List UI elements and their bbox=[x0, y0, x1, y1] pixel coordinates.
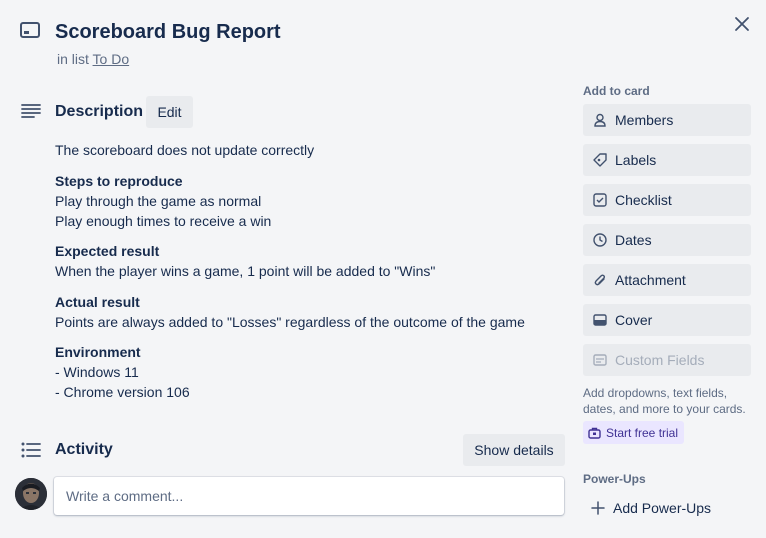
actual-heading: Actual result bbox=[55, 294, 140, 310]
cover-button[interactable]: Cover bbox=[583, 304, 751, 336]
custom-fields-button[interactable]: Custom Fields bbox=[583, 344, 751, 376]
start-free-trial-label: Start free trial bbox=[606, 425, 679, 440]
attachment-button[interactable]: Attachment bbox=[583, 264, 751, 296]
card-icon bbox=[20, 22, 40, 40]
checklist-label: Checklist bbox=[615, 192, 672, 208]
custom-fields-icon bbox=[593, 353, 607, 367]
environment-item: - Chrome version 106 bbox=[55, 384, 190, 400]
members-label: Members bbox=[615, 112, 674, 128]
environment-heading: Environment bbox=[55, 344, 141, 360]
add-powerups-button[interactable]: Add Power-Ups bbox=[583, 492, 751, 524]
paperclip-icon bbox=[593, 273, 607, 287]
plus-icon bbox=[591, 501, 605, 515]
dates-label: Dates bbox=[615, 232, 652, 248]
cover-label: Cover bbox=[615, 312, 653, 328]
avatar[interactable] bbox=[15, 478, 47, 510]
in-list-prefix: in list bbox=[57, 51, 89, 67]
expected-text: When the player wins a game, 1 point wil… bbox=[55, 263, 436, 279]
labels-button[interactable]: Labels bbox=[583, 144, 751, 176]
activity-heading: Activity bbox=[55, 441, 113, 458]
attachment-label: Attachment bbox=[615, 272, 686, 288]
card-cover-icon bbox=[593, 313, 607, 327]
list-link[interactable]: To Do bbox=[93, 51, 130, 67]
actual-text: Points are always added to "Losses" rega… bbox=[55, 314, 525, 330]
close-icon bbox=[735, 17, 749, 31]
description-heading: Description bbox=[55, 103, 144, 120]
list-info: in list To Do bbox=[57, 50, 129, 68]
members-button[interactable]: Members bbox=[583, 104, 751, 136]
custom-fields-help-text: Add dropdowns, text fields, dates, and m… bbox=[583, 386, 746, 416]
expected-heading: Expected result bbox=[55, 243, 160, 259]
start-free-trial-button[interactable]: Start free trial bbox=[583, 421, 685, 444]
description-icon bbox=[21, 103, 41, 119]
briefcase-icon bbox=[588, 427, 601, 439]
description-intro: The scoreboard does not update correctly bbox=[55, 142, 315, 158]
checklist-button[interactable]: Checklist bbox=[583, 184, 751, 216]
clock-icon bbox=[593, 233, 607, 247]
tag-icon bbox=[593, 153, 607, 167]
show-details-button[interactable]: Show details bbox=[463, 434, 565, 466]
add-to-card-heading: Add to card bbox=[583, 84, 650, 98]
checkbox-icon bbox=[593, 193, 607, 207]
comment-input[interactable]: Write a comment... bbox=[54, 477, 564, 515]
step-item: Play through the game as normal bbox=[55, 193, 262, 209]
environment-item: - Windows 11 bbox=[55, 364, 139, 380]
close-button[interactable] bbox=[730, 12, 754, 36]
labels-label: Labels bbox=[615, 152, 657, 168]
activity-list-icon bbox=[21, 442, 41, 458]
person-icon bbox=[593, 113, 607, 127]
card-title[interactable]: Scoreboard Bug Report bbox=[55, 19, 281, 45]
add-powerups-label: Add Power-Ups bbox=[613, 500, 712, 516]
step-item: Play enough times to receive a win bbox=[55, 213, 272, 229]
dates-button[interactable]: Dates bbox=[583, 224, 751, 256]
edit-description-button[interactable]: Edit bbox=[146, 96, 193, 128]
custom-fields-label: Custom Fields bbox=[615, 352, 705, 368]
steps-heading: Steps to reproduce bbox=[55, 173, 183, 189]
powerups-heading: Power-Ups bbox=[583, 472, 646, 486]
